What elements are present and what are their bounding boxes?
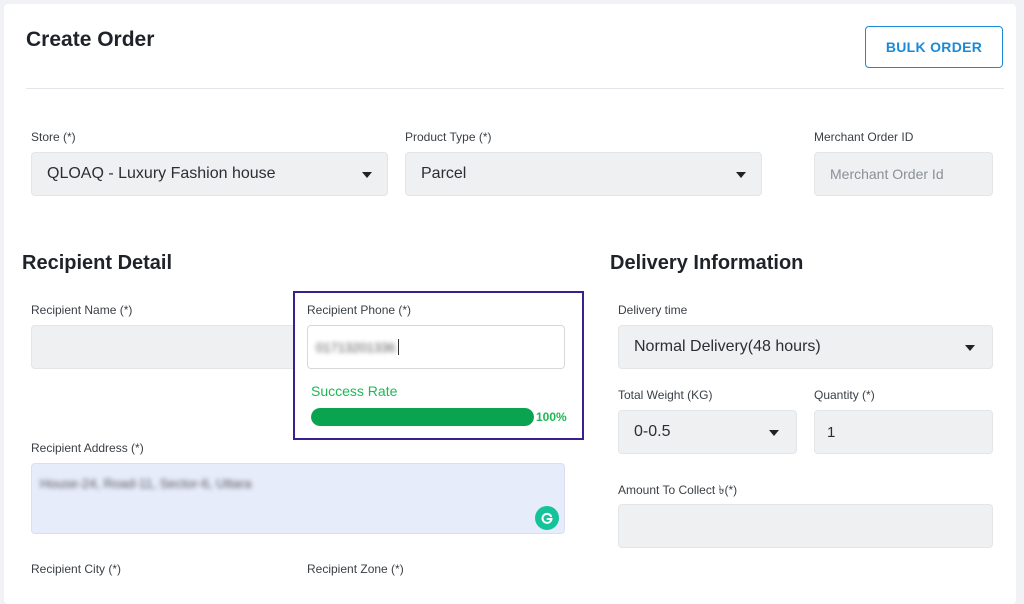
total-weight-value: 0-0.5	[634, 423, 671, 440]
delivery-time-value: Normal Delivery(48 hours)	[634, 338, 821, 355]
quantity-value: 1	[827, 423, 836, 441]
caret-down-icon	[362, 172, 372, 178]
total-weight-label: Total Weight (KG)	[618, 388, 713, 402]
recipient-section-title: Recipient Detail	[22, 252, 173, 274]
grammarly-icon[interactable]	[535, 506, 559, 530]
store-label: Store (*)	[31, 130, 76, 144]
total-weight-select[interactable]: 0-0.5	[618, 410, 797, 454]
caret-down-icon	[736, 172, 746, 178]
store-select[interactable]: QLOAQ - Luxury Fashion house	[31, 152, 388, 196]
success-rate-percent: 100%	[536, 410, 567, 424]
recipient-zone-label: Recipient Zone (*)	[307, 562, 404, 576]
recipient-phone-value: 01713201336	[316, 339, 396, 355]
recipient-name-label: Recipient Name (*)	[31, 303, 133, 317]
delivery-time-select[interactable]: Normal Delivery(48 hours)	[618, 325, 993, 369]
recipient-name-input[interactable]	[31, 325, 293, 369]
success-rate-fill	[311, 408, 534, 426]
success-rate-bar	[311, 408, 534, 426]
amount-to-collect-input[interactable]	[618, 504, 993, 548]
merchant-order-label: Merchant Order ID	[814, 130, 914, 144]
caret-down-icon	[769, 430, 779, 436]
product-type-label: Product Type (*)	[405, 130, 492, 144]
text-cursor	[397, 339, 399, 355]
product-type-select[interactable]: Parcel	[405, 152, 762, 196]
recipient-address-value: House-24, Road-11, Sector-6, Uttara	[40, 476, 252, 491]
quantity-input[interactable]: 1	[814, 410, 993, 454]
delivery-time-label: Delivery time	[618, 303, 688, 317]
amount-to-collect-label: Amount To Collect ৳(*)	[618, 483, 738, 497]
recipient-phone-label: Recipient Phone (*)	[307, 303, 412, 317]
recipient-city-label: Recipient City (*)	[31, 562, 122, 576]
recipient-phone-input[interactable]: 01713201336	[307, 325, 565, 369]
delivery-section-title: Delivery Information	[610, 252, 804, 274]
create-order-card: Create Order BULK ORDER Store (*) QLOAQ …	[4, 4, 1016, 604]
page-title: Create Order	[26, 28, 155, 51]
bulk-order-button[interactable]: BULK ORDER	[865, 26, 1003, 68]
quantity-label: Quantity (*)	[814, 388, 875, 402]
recipient-address-label: Recipient Address (*)	[31, 441, 144, 455]
success-rate-label: Success Rate	[311, 383, 398, 399]
product-type-value: Parcel	[421, 165, 467, 182]
merchant-order-input[interactable]: Merchant Order Id	[814, 152, 993, 196]
recipient-address-textarea[interactable]: House-24, Road-11, Sector-6, Uttara	[31, 463, 565, 534]
grammarly-glyph	[541, 512, 553, 524]
caret-down-icon	[965, 345, 975, 351]
header-divider	[26, 88, 1004, 89]
merchant-order-placeholder: Merchant Order Id	[830, 166, 944, 182]
store-value: QLOAQ - Luxury Fashion house	[47, 165, 276, 182]
